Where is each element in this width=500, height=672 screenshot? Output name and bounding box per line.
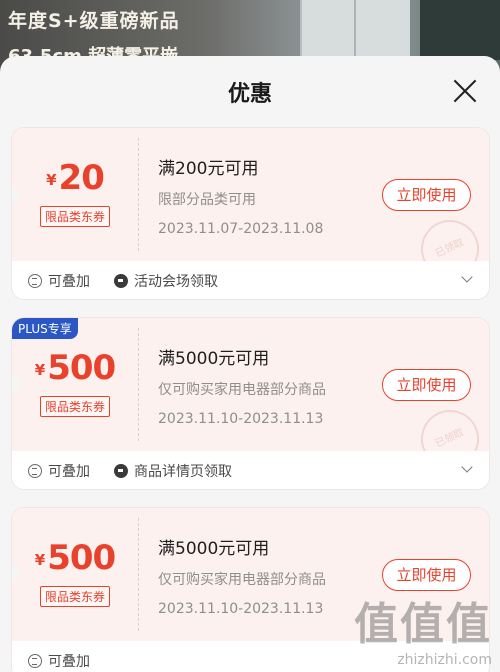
stackable-feature: 可叠加 — [28, 271, 90, 291]
ticket-icon — [114, 274, 128, 288]
banner-dark-panel — [420, 0, 500, 60]
sheet-header: 优惠 — [0, 56, 500, 124]
dashed-divider — [138, 138, 139, 251]
close-icon[interactable] — [452, 78, 478, 104]
coupon-amount: ¥500 — [12, 348, 138, 388]
chevron-down-icon[interactable] — [461, 461, 473, 473]
dashed-divider — [138, 328, 139, 441]
coupon-dates: 2023.11.10-2023.11.13 — [158, 601, 324, 617]
coupon-info: 满5000元可用 仅可购买家用电器部分商品 2023.11.10-2023.11… — [158, 534, 326, 617]
source-feature: 商品详情页领取 — [114, 461, 232, 481]
coupon-condition: 满200元可用 — [158, 159, 259, 179]
stackable-label: 可叠加 — [48, 464, 90, 480]
coupon-main: ¥20 限品类东券 满200元可用 限部分品类可用 2023.11.07-202… — [12, 128, 489, 288]
coupon-condition: 满5000元可用 — [158, 349, 270, 369]
coupon-info: 满200元可用 限部分品类可用 2023.11.07-2023.11.08 — [158, 154, 323, 237]
use-now-button[interactable]: 立即使用 — [382, 559, 471, 591]
coupon-type-tag: 限品类东券 — [39, 396, 111, 417]
coupon-description: 仅可购买家用电器部分商品 — [158, 382, 326, 398]
coupon-description: 限部分品类可用 — [158, 192, 256, 208]
coupon-dates: 2023.11.07-2023.11.08 — [158, 221, 324, 237]
coupon-type-tag: 限品类东券 — [39, 206, 111, 227]
coupon-dates: 2023.11.10-2023.11.13 — [158, 411, 324, 427]
stack-icon — [28, 274, 42, 288]
coupon-value: ¥20 限品类东券 — [12, 128, 138, 261]
currency-symbol: ¥ — [34, 361, 46, 379]
coupon-condition: 满5000元可用 — [158, 539, 270, 559]
stack-icon — [28, 654, 42, 668]
amount-value: 500 — [47, 348, 116, 388]
amount-value: 500 — [47, 538, 116, 578]
stackable-label: 可叠加 — [48, 654, 90, 670]
dashed-divider — [138, 518, 139, 631]
stackable-feature: 可叠加 — [28, 651, 90, 671]
coupon-info: 满5000元可用 仅可购买家用电器部分商品 2023.11.10-2023.11… — [158, 344, 326, 427]
chevron-down-icon[interactable] — [461, 271, 473, 283]
coupon-card: ¥20 限品类东券 满200元可用 限部分品类可用 2023.11.07-202… — [12, 128, 489, 299]
coupon-amount: ¥500 — [12, 538, 138, 578]
fridge-image — [300, 0, 410, 60]
currency-symbol: ¥ — [46, 171, 57, 189]
coupon-footer: 可叠加 活动会场领取 — [12, 261, 489, 299]
sheet-title: 优惠 — [227, 82, 272, 107]
coupon-footer: 可叠加 商品详情页领取 — [12, 451, 489, 489]
plus-exclusive-badge: PLUS专享 — [12, 318, 78, 339]
source-feature: 活动会场领取 — [114, 271, 218, 291]
watermark-logo: 值值值 — [354, 599, 492, 650]
use-now-button[interactable]: 立即使用 — [382, 179, 471, 211]
stackable-feature: 可叠加 — [28, 461, 90, 481]
coupon-sheet: 优惠 ¥20 限品类东券 满200元可用 限部分品类可用 2023.11.07-… — [0, 56, 500, 672]
ticket-icon — [114, 464, 128, 478]
source-label: 商品详情页领取 — [134, 464, 232, 480]
stackable-label: 可叠加 — [48, 274, 90, 290]
coupon-main: ¥500 限品类东券 满5000元可用 仅可购买家用电器部分商品 2023.11… — [12, 318, 489, 478]
use-now-button[interactable]: 立即使用 — [382, 369, 471, 401]
coupon-amount: ¥20 — [12, 158, 138, 198]
site-watermark: 值值值 zhizhizhi.com — [354, 588, 492, 668]
amount-value: 20 — [58, 158, 105, 198]
stack-icon — [28, 464, 42, 478]
currency-symbol: ¥ — [34, 551, 46, 569]
watermark-url: zhizhizhi.com — [397, 652, 492, 668]
coupon-value: ¥500 限品类东券 — [12, 508, 138, 641]
coupon-card: PLUS专享 ¥500 限品类东券 满5000元可用 仅可购买家用电器部分商品 … — [12, 318, 489, 489]
coupon-type-tag: 限品类东券 — [39, 586, 111, 607]
coupon-description: 仅可购买家用电器部分商品 — [158, 572, 326, 588]
banner-title: 年度S+级重磅新品 — [8, 10, 180, 32]
source-label: 活动会场领取 — [134, 274, 218, 290]
